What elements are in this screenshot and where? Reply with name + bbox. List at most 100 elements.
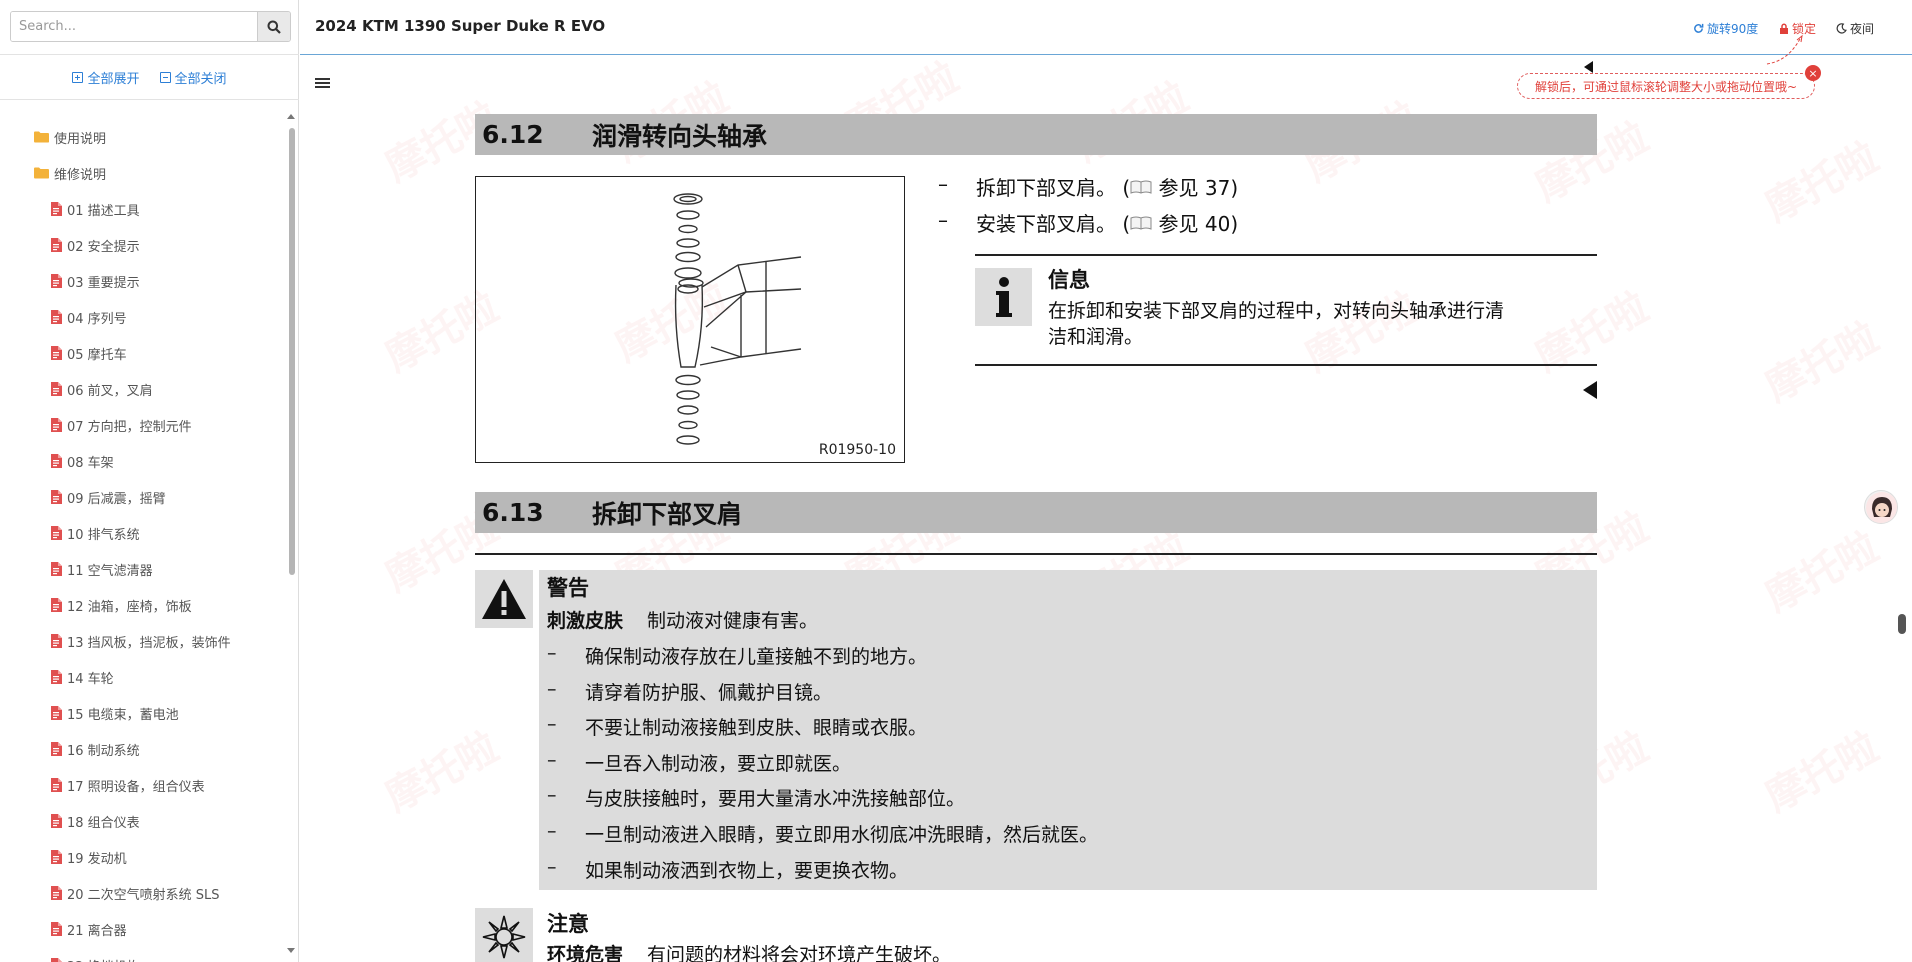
tree-item[interactable]: 11 空气滤清器 <box>50 559 153 579</box>
pdf-file-icon <box>50 346 62 360</box>
step-reference[interactable]: 参见 37) <box>1159 176 1239 200</box>
tree-item[interactable]: 03 重要提示 <box>50 271 140 291</box>
scroll-down-arrow[interactable] <box>287 948 295 953</box>
search-input[interactable] <box>11 12 257 41</box>
tree-item-label: 13 挡风板，挡泥板，装饰件 <box>67 635 231 651</box>
info-text: 在拆卸和安装下部叉肩的过程中，对转向头轴承进行清 洁和润滑。 <box>1048 298 1504 350</box>
pdf-file-icon <box>50 238 62 252</box>
note-lead-bold: 环境危害 <box>547 944 624 962</box>
tree-item-label: 03 重要提示 <box>67 275 140 291</box>
step-dash: – <box>938 172 948 196</box>
pdf-file-icon <box>50 922 62 936</box>
steering-bearing-figure: R01950-10 <box>475 176 905 463</box>
tree-item[interactable]: 15 电缆束，蓄电池 <box>50 703 179 723</box>
warning-item: – 如果制动液洒到衣物上，要更换衣物。 <box>547 856 908 883</box>
tree-item[interactable]: 01 描述工具 <box>50 199 140 219</box>
assistant-avatar[interactable] <box>1864 490 1898 524</box>
warning-item-text: 一旦吞入制动液，要立即就医。 <box>585 752 852 775</box>
tree-item[interactable]: 16 制动系统 <box>50 739 140 759</box>
tree-item-label: 05 摩托车 <box>67 347 127 363</box>
minus-square-icon <box>159 71 171 83</box>
pdf-file-icon <box>50 706 62 720</box>
scroll-up-arrow[interactable] <box>287 114 295 119</box>
tree-item-label: 15 电缆束，蓄电池 <box>67 707 179 723</box>
warning-lead-bold: 刺激皮肤 <box>547 610 624 632</box>
night-label: 夜间 <box>1850 22 1875 36</box>
pdf-file-icon <box>50 958 62 962</box>
reference-open: ( <box>1122 176 1131 200</box>
tree-item[interactable]: 19 发动机 <box>50 847 127 867</box>
pdf-file-icon <box>50 382 62 396</box>
folder-icon <box>34 167 49 179</box>
tree-item[interactable]: 13 挡风板，挡泥板，装饰件 <box>50 631 231 651</box>
warning-title: 警告 <box>547 576 589 600</box>
top-bar: 2024 KTM 1390 Super Duke R EVO 旋转90度 锁定 … <box>300 0 1912 55</box>
tree-item[interactable]: 07 方向把，控制元件 <box>50 415 192 435</box>
warning-item: – 一旦吞入制动液，要立即就医。 <box>547 749 851 776</box>
rotate-button[interactable]: 旋转90度 <box>1693 20 1758 37</box>
tree-folder-label: 维修说明 <box>54 167 107 183</box>
tree-item-label: 22 换挡机构 <box>67 956 140 962</box>
watermark-text: 摩托啦 <box>1758 724 1886 822</box>
section-title: 拆卸下部叉肩 <box>592 499 743 529</box>
warning-icon <box>475 570 533 628</box>
tree-item[interactable]: 21 离合器 <box>50 919 127 939</box>
tip-pointer-line <box>1766 34 1803 65</box>
info-title: 信息 <box>1048 268 1090 292</box>
sidebar-scrollbar-thumb[interactable] <box>289 128 295 575</box>
warning-dash: – <box>547 677 557 700</box>
tree-item[interactable]: 06 前叉，叉肩 <box>50 379 153 399</box>
night-mode-button[interactable]: 夜间 <box>1836 20 1874 37</box>
tree-item[interactable]: 20 二次空气喷射系统 SLS <box>50 883 220 903</box>
tree-item[interactable]: 05 摩托车 <box>50 343 127 363</box>
tree-item[interactable]: 17 照明设备，组合仪表 <box>50 775 205 795</box>
pdf-file-icon <box>50 598 62 612</box>
page-scrollbar-thumb[interactable] <box>1898 614 1906 634</box>
section-number: 6.13 <box>482 498 544 527</box>
warning-item-text: 不要让制动液接触到皮肤、眼睛或衣服。 <box>585 717 928 740</box>
warning-lead: 刺激皮肤 制动液对健康有害。 <box>547 606 818 633</box>
warning-item-text: 一旦制动液进入眼睛，要立即用水彻底冲洗眼睛，然后就医。 <box>585 824 1099 846</box>
warning-dash: – <box>547 642 557 664</box>
collapse-all-label: 全部关闭 <box>174 71 227 87</box>
tree-item[interactable]: 10 排气系统 <box>50 523 140 543</box>
tree-item-label: 18 组合仪表 <box>67 815 140 831</box>
tree-folder[interactable]: 使用说明 <box>34 127 106 147</box>
step-text: 拆卸下部叉肩。 <box>976 176 1116 200</box>
pdf-file-icon <box>50 634 62 648</box>
info-bottom-rule <box>975 364 1597 366</box>
tree-item-label: 19 发动机 <box>67 851 127 867</box>
step-reference[interactable]: 参见 40) <box>1159 212 1239 236</box>
tip-close-button[interactable]: × <box>1805 65 1821 81</box>
search-button[interactable] <box>257 12 290 41</box>
continue-marker-icon <box>1583 381 1597 399</box>
collapse-all-button[interactable]: 全部关闭 <box>159 68 227 87</box>
step-item: – 安装下部叉肩。 ( 参见 40) <box>938 208 1238 237</box>
tree-item-label: 16 制动系统 <box>67 743 140 759</box>
tree-item[interactable]: 09 后减震，摇臂 <box>50 487 166 507</box>
tree-item[interactable]: 08 车架 <box>50 451 114 471</box>
tree-folder[interactable]: 维修说明 <box>34 163 106 183</box>
tree-item[interactable]: 14 车轮 <box>50 667 114 687</box>
tree-item[interactable]: 12 油箱，座椅，饰板 <box>50 595 192 615</box>
tree-item-label: 14 车轮 <box>67 671 114 687</box>
note-lead-text: 有问题的材料将会对环境产生破坏。 <box>647 944 952 962</box>
tree-item[interactable]: 22 换挡机构 <box>50 955 140 962</box>
tree-item-label: 10 排气系统 <box>67 527 140 543</box>
tree-item[interactable]: 02 安全提示 <box>50 235 140 255</box>
tree-item[interactable]: 04 序列号 <box>50 307 127 327</box>
tree-item[interactable]: 18 组合仪表 <box>50 811 140 831</box>
step-dash: – <box>938 208 948 232</box>
tree-item-label: 11 空气滤清器 <box>67 563 153 579</box>
reference-open: ( <box>1122 212 1131 236</box>
chapter-tree: 使用说明维修说明 01 描述工具 02 安全提示 03 重要提示 04 序列号 05 摩托… <box>0 110 285 962</box>
book-icon <box>1130 180 1152 194</box>
pdf-file-icon <box>50 274 62 288</box>
menu-toggle-icon[interactable] <box>315 78 330 90</box>
watermark-text: 摩托啦 <box>1758 134 1886 232</box>
document-title: 2024 KTM 1390 Super Duke R EVO <box>315 17 606 35</box>
expand-all-button[interactable]: 全部展开 <box>72 68 140 87</box>
environment-icon <box>475 908 533 962</box>
tree-item-label: 08 车架 <box>67 455 114 471</box>
document-page: 6.12 润滑转向头轴承 R01950-10 – 拆卸下部叉肩。 (参见 37… <box>475 56 1598 962</box>
